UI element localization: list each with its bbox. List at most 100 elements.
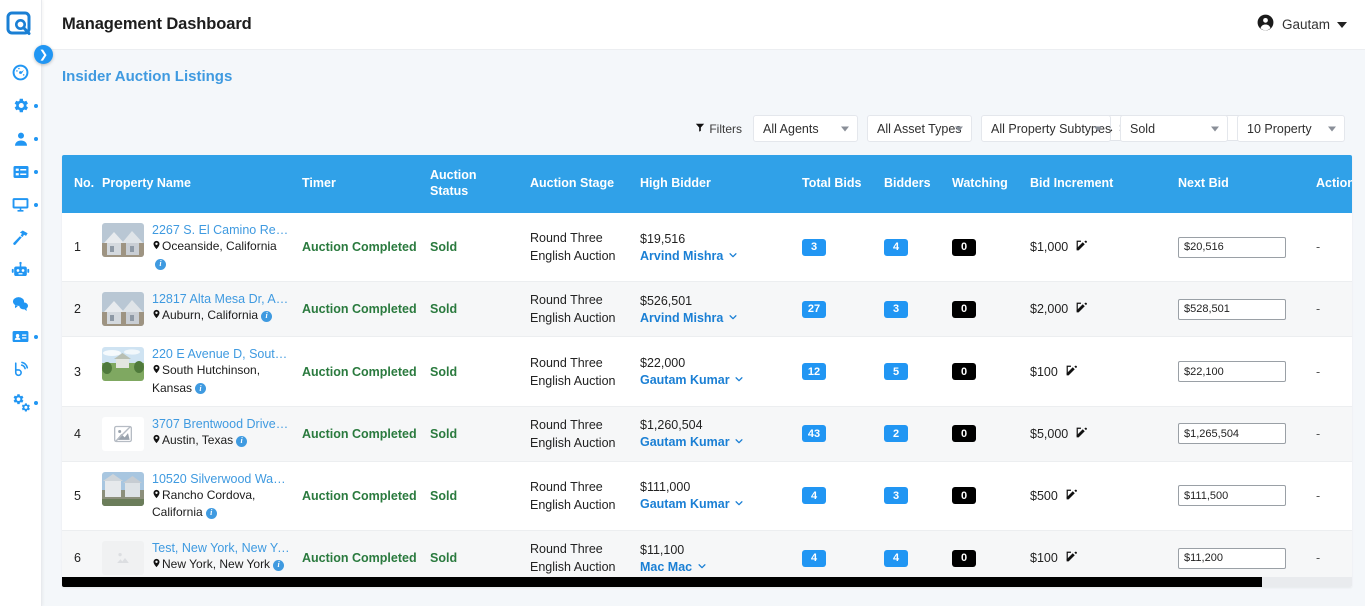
total-bids-badge[interactable]: 43 — [802, 425, 826, 443]
watching-badge[interactable]: 0 — [952, 300, 976, 318]
watching-cell: 0 — [946, 336, 1024, 407]
property-name-link[interactable]: 12817 Alta Mesa Dr, Au... — [152, 292, 290, 306]
chevron-down-icon[interactable] — [732, 438, 745, 449]
chevron-down-icon[interactable] — [1337, 21, 1347, 28]
filter-status[interactable]: Sold — [1120, 115, 1228, 142]
info-icon[interactable]: i — [155, 259, 166, 271]
edit-pencil-icon[interactable] — [1075, 426, 1088, 442]
filter-all-asset-types[interactable]: All Asset Types — [867, 115, 972, 142]
property-name-link[interactable]: 3707 Brentwood Drive, ... — [152, 417, 290, 431]
edit-pencil-icon[interactable] — [1075, 239, 1088, 255]
property-thumbnail[interactable] — [102, 541, 144, 576]
total-bids-badge[interactable]: 12 — [802, 363, 826, 381]
property-thumbnail[interactable] — [102, 223, 144, 257]
edit-pencil-icon[interactable] — [1075, 301, 1088, 317]
watching-badge[interactable]: 0 — [952, 363, 976, 381]
auction-stage-cell: Round ThreeEnglish Auction — [524, 406, 634, 462]
watching-badge[interactable]: 0 — [952, 425, 976, 443]
edit-pencil-icon[interactable] — [1065, 364, 1078, 380]
watching-badge[interactable]: 0 — [952, 549, 976, 567]
edit-pencil-icon[interactable] — [1065, 488, 1078, 504]
bidders-cell: 4 — [878, 213, 946, 283]
bidders-badge[interactable]: 3 — [884, 487, 908, 505]
high-bidder-name[interactable]: Mac Mac — [640, 560, 692, 574]
sidebar-item-bot[interactable] — [0, 254, 42, 287]
qsearch-logo[interactable] — [3, 6, 39, 42]
bidders-badge[interactable]: 4 — [884, 549, 908, 567]
next-bid-input[interactable] — [1178, 298, 1286, 320]
sidebar-item-contacts[interactable] — [0, 320, 42, 353]
watching-badge[interactable]: 0 — [952, 238, 976, 256]
total-bids-badge[interactable]: 3 — [802, 238, 826, 256]
bidders-badge[interactable]: 3 — [884, 300, 908, 318]
next-bid-input[interactable] — [1178, 236, 1286, 258]
row-number: 3 — [62, 336, 96, 407]
high-bid-amount: $1,260,504 — [640, 418, 703, 433]
timer-cell: Auction Completed — [296, 213, 424, 283]
property-thumbnail[interactable] — [102, 292, 144, 327]
horizontal-scrollbar-thumb[interactable] — [62, 577, 1262, 587]
high-bidder-name[interactable]: Arvind Mishra — [640, 249, 723, 263]
sidebar-item-broadcast[interactable] — [0, 353, 42, 386]
info-icon[interactable]: i — [261, 311, 273, 323]
sidebar-item-dashboard[interactable] — [0, 56, 42, 89]
next-bid-cell — [1172, 461, 1310, 532]
timer-cell: Auction Completed — [296, 461, 424, 532]
info-icon[interactable]: i — [273, 560, 285, 572]
row-number: 1 — [62, 213, 96, 283]
next-bid-input[interactable] — [1178, 485, 1286, 507]
sidebar-item-listings[interactable] — [0, 155, 42, 188]
edit-pencil-icon[interactable] — [1065, 550, 1078, 566]
property-thumbnail[interactable] — [102, 416, 144, 451]
chevron-down-icon[interactable] — [694, 563, 707, 574]
sidebar-toggle-button[interactable]: ❯ — [34, 45, 53, 64]
total-bids-badge[interactable]: 27 — [802, 300, 826, 318]
chevron-right-icon: ❯ — [38, 49, 49, 61]
chevron-down-icon[interactable] — [725, 314, 738, 325]
next-bid-input[interactable] — [1178, 361, 1286, 383]
sidebar-dot — [33, 103, 38, 108]
watching-badge[interactable]: 0 — [952, 487, 976, 505]
property-thumbnail[interactable] — [102, 471, 144, 506]
total-bids-badge[interactable]: 4 — [802, 549, 826, 567]
chevron-down-icon[interactable] — [725, 252, 738, 263]
high-bidder-name[interactable]: Arvind Mishra — [640, 311, 723, 325]
high-bidder-name[interactable]: Gautam Kumar — [640, 435, 730, 449]
sidebar-dot — [33, 334, 38, 339]
high-bidder-name[interactable]: Gautam Kumar — [640, 373, 730, 387]
total-bids-badge[interactable]: 4 — [802, 487, 826, 505]
sidebar-item-advanced-settings[interactable] — [0, 386, 42, 419]
bidders-badge[interactable]: 4 — [884, 238, 908, 256]
info-icon[interactable]: i — [205, 507, 217, 519]
sidebar-item-settings[interactable] — [0, 89, 42, 122]
sidebar-item-messages[interactable] — [0, 287, 42, 320]
app-root: ❯ Management Dashboard Gautam Insider Au… — [0, 0, 1365, 606]
sidebar-item-monitor[interactable] — [0, 188, 42, 221]
high-bidder-name[interactable]: Gautam Kumar — [640, 497, 730, 511]
next-bid-input[interactable] — [1178, 423, 1286, 445]
dashboard-speedometer-icon — [11, 63, 30, 82]
property-name-link[interactable]: Test, New York, New Yo... — [152, 541, 290, 555]
col-property: Property Name — [96, 155, 296, 213]
property-name-link[interactable]: 10520 Silverwood Way, ... — [152, 472, 290, 486]
horizontal-scrollbar-track[interactable] — [62, 577, 1352, 587]
sidebar-item-users[interactable] — [0, 122, 42, 155]
property-name-link[interactable]: 220 E Avenue D, South ... — [152, 347, 290, 361]
auction-status-cell: Sold — [424, 461, 524, 532]
sidebar-item-tools[interactable] — [0, 221, 42, 254]
filter-page-size[interactable]: 10 Property — [1237, 115, 1345, 142]
filter-all-agents[interactable]: All Agents — [753, 115, 858, 142]
chevron-down-icon[interactable] — [732, 376, 745, 387]
bidders-badge[interactable]: 5 — [884, 363, 908, 381]
chevron-down-icon[interactable] — [732, 500, 745, 511]
next-bid-input[interactable] — [1178, 547, 1286, 569]
user-menu[interactable]: Gautam — [1256, 13, 1347, 37]
action-cell: - — [1310, 461, 1352, 532]
info-icon[interactable]: i — [236, 435, 248, 447]
bidders-badge[interactable]: 2 — [884, 425, 908, 443]
filter-all-property-subtypes[interactable]: All Property Subtypes — [981, 115, 1111, 142]
info-icon[interactable]: i — [195, 383, 207, 395]
high-bidder-cell: $526,501 Arvind Mishra — [634, 281, 796, 338]
property-thumbnail[interactable] — [102, 347, 144, 382]
property-name-link[interactable]: 2267 S. El Camino Real... — [152, 223, 290, 237]
